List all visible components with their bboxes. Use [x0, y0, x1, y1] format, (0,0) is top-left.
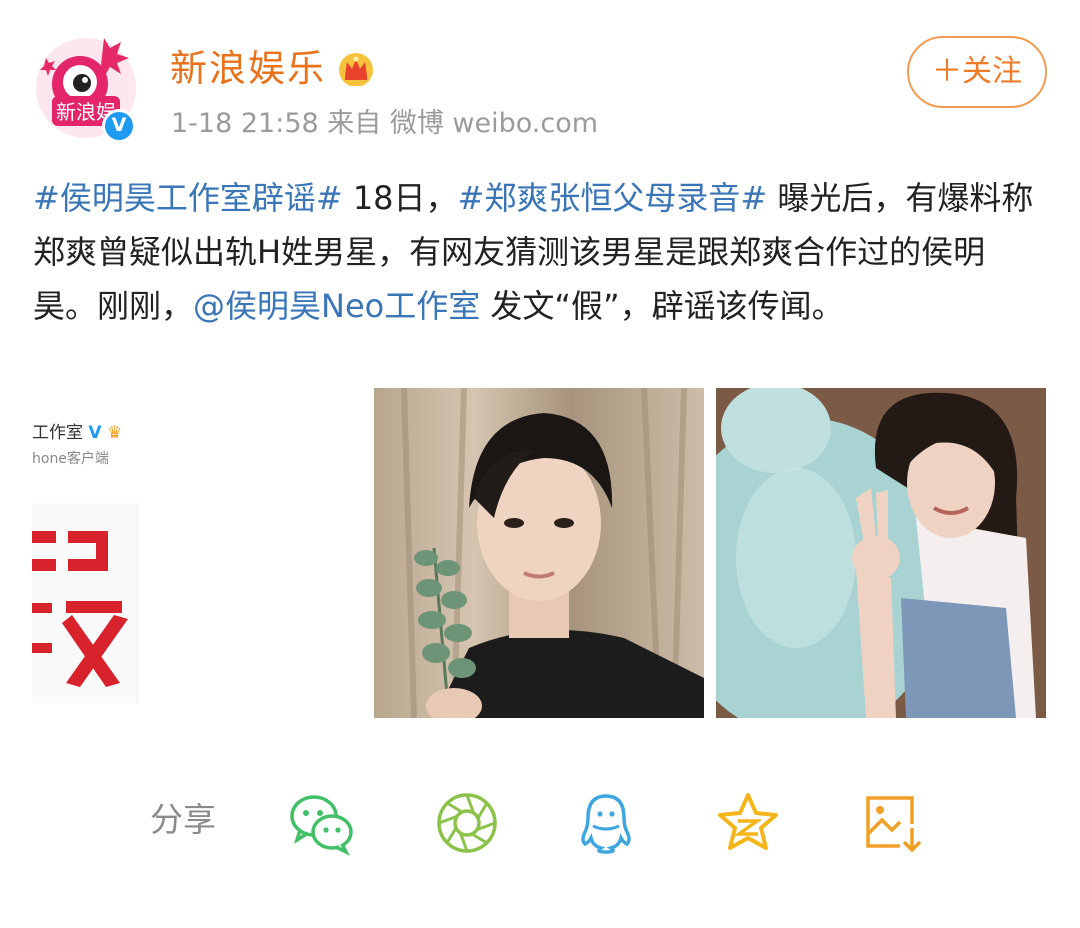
image-text-line: hone客户端 [32, 451, 109, 467]
moments-icon[interactable] [434, 790, 500, 856]
post-image-3[interactable] [716, 388, 1046, 718]
post-image-1[interactable]: 工作室 V ♛ hone客户端 [30, 388, 150, 718]
image-text-line: 工作室 V ♛ [32, 423, 123, 443]
mention-link[interactable]: @侯明昊Neo工作室 [193, 287, 480, 325]
topic-link[interactable]: #侯明昊工作室辟谣# [33, 179, 343, 217]
save-image-icon[interactable] [860, 790, 926, 856]
share-bar: 分享 [0, 770, 1080, 880]
post-meta: 1-18 21:58 来自 微博 weibo.com [171, 108, 599, 139]
qq-icon[interactable] [573, 790, 639, 856]
share-label: 分享 [150, 800, 216, 839]
username[interactable]: 新浪娱乐 [170, 45, 326, 93]
post-text-segment: 发文“假”，辟谣该传闻。 [480, 287, 844, 325]
crown-icon [336, 50, 376, 87]
image-red-graphic [32, 503, 138, 703]
topic-link[interactable]: #郑爽张恒父母录音# [458, 179, 768, 217]
qzone-icon[interactable] [715, 790, 781, 856]
post-text: #侯明昊工作室辟谣# 18日，#郑爽张恒父母录音# 曝光后，有爆料称郑爽曾疑似出… [33, 171, 1045, 333]
follow-button[interactable]: ＋关注 [907, 36, 1047, 108]
post-image-2[interactable] [374, 388, 704, 718]
wechat-icon[interactable] [288, 790, 354, 856]
post-header: 新浪娱 V 新浪娱乐 1-18 21:58 来自 微博 weibo.com ＋关… [0, 0, 1080, 160]
verified-icon: V [102, 109, 136, 143]
post-text-segment: 18日， [342, 179, 458, 217]
